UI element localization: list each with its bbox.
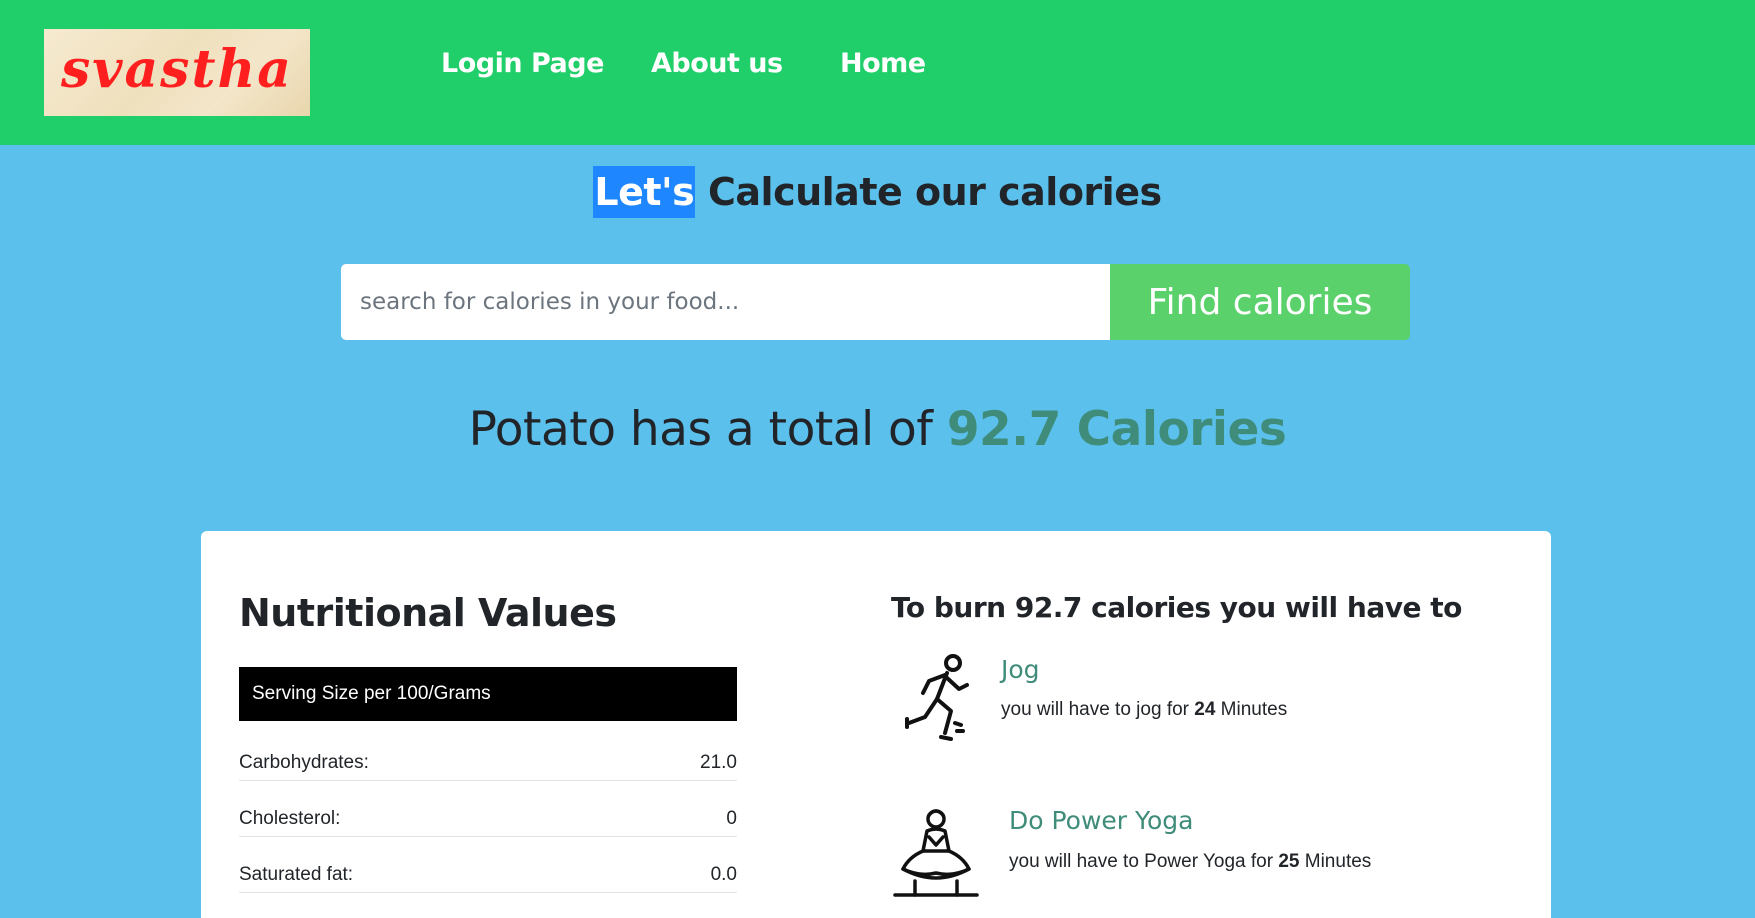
running-person-icon	[901, 653, 973, 754]
burn-title: To burn 92.7 calories you will have to	[891, 591, 1462, 624]
desc-minutes: 25	[1278, 851, 1300, 872]
nutrient-label: Carbohydrates:	[239, 751, 369, 773]
nutrient-label: Saturated fat:	[239, 863, 354, 885]
nav-home[interactable]: Home	[840, 44, 926, 84]
nutrient-value: 0.0	[710, 863, 737, 885]
desc-prefix: you will have to Power Yoga for	[1009, 851, 1279, 872]
logo-text: svastha	[61, 39, 293, 100]
activity-jog-link[interactable]: Jog	[1001, 655, 1040, 684]
food-search-input[interactable]	[341, 264, 1111, 340]
result-calories: 92.7 Calories	[946, 402, 1287, 457]
nutrient-label: Cholesterol:	[239, 807, 341, 829]
top-navbar: svastha Login Page About us Home	[0, 0, 1755, 145]
activity-power-yoga-desc: you will have to Power Yoga for 25 Minut…	[1009, 851, 1371, 873]
activity-power-yoga-link[interactable]: Do Power Yoga	[1009, 806, 1193, 835]
nutrition-card: Nutritional Values Serving Size per 100/…	[201, 531, 1551, 918]
nutrition-row-cholesterol: Cholesterol: 0	[239, 801, 737, 837]
title-highlight: Let's	[593, 166, 696, 218]
nutrition-row-carbohydrates: Carbohydrates: 21.0	[239, 745, 737, 781]
nutrient-value: 0	[726, 807, 737, 829]
activity-jog-desc: you will have to jog for 24 Minutes	[1001, 699, 1287, 721]
nutritional-values-title: Nutritional Values	[239, 591, 617, 635]
result-food: Potato	[468, 402, 616, 457]
page-title: Let's Calculate our calories	[0, 166, 1755, 218]
nutrition-row-saturated-fat: Saturated fat: 0.0	[239, 857, 737, 893]
nav-login-page[interactable]: Login Page	[441, 44, 604, 84]
svastha-logo[interactable]: svastha	[44, 29, 310, 116]
nutrient-value: 21.0	[700, 751, 737, 773]
title-rest: Calculate our calories	[695, 170, 1162, 214]
result-middle: has a total of	[615, 402, 947, 457]
desc-prefix: you will have to jog for	[1001, 699, 1195, 720]
desc-minutes: 24	[1194, 699, 1216, 720]
desc-suffix: Minutes	[1215, 699, 1288, 720]
find-calories-button[interactable]: Find calories	[1110, 264, 1410, 340]
nav-about-us[interactable]: About us	[651, 44, 783, 84]
calorie-result: Potato has a total of 92.7 Calories	[0, 402, 1755, 457]
yoga-meditation-icon	[889, 807, 983, 906]
desc-suffix: Minutes	[1299, 851, 1372, 872]
serving-size-bar: Serving Size per 100/Grams	[239, 667, 737, 721]
